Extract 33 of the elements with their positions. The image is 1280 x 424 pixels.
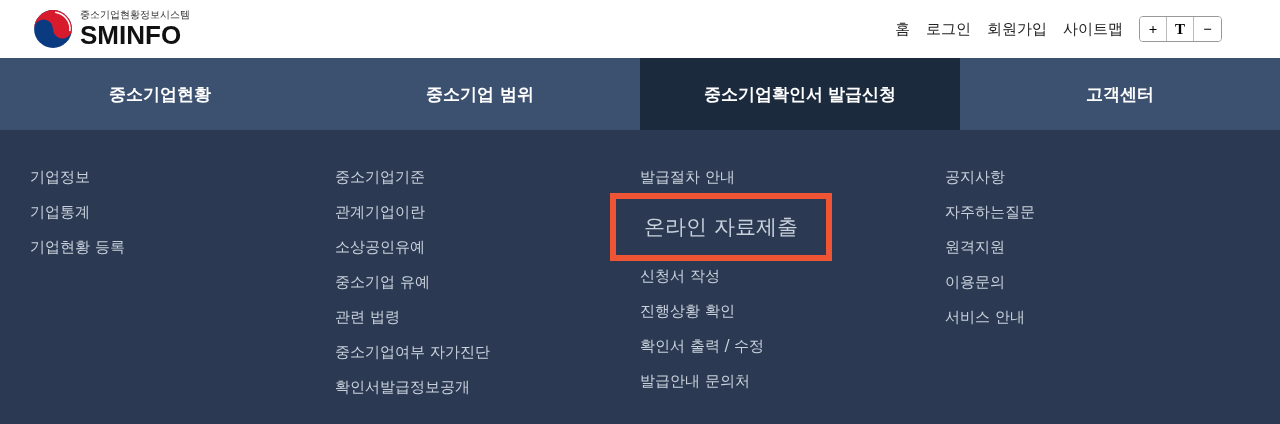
- menu-item[interactable]: 원격지원: [945, 230, 1005, 265]
- menu-item[interactable]: 관계기업이란: [335, 195, 425, 230]
- menu-item[interactable]: 중소기업 유예: [335, 265, 430, 300]
- menu-item[interactable]: 서비스 안내: [945, 300, 1025, 335]
- top-link[interactable]: 회원가입: [987, 19, 1047, 39]
- top-link[interactable]: 로그인: [926, 19, 971, 39]
- top-link[interactable]: 사이트맵: [1063, 19, 1123, 39]
- menu-item[interactable]: 진행상황 확인: [640, 294, 735, 329]
- menu-item[interactable]: 공지사항: [945, 160, 1005, 195]
- menu-item[interactable]: 기업정보: [30, 160, 90, 195]
- menu-item[interactable]: 확인서발급정보공개: [335, 370, 470, 405]
- nav-tab[interactable]: 중소기업 범위: [320, 58, 640, 130]
- menu-item[interactable]: 신청서 작성: [640, 259, 720, 294]
- menu-item[interactable]: 기업통계: [30, 195, 90, 230]
- menu-item[interactable]: 확인서 출력 / 수정: [640, 329, 765, 364]
- font-size-button[interactable]: +: [1140, 17, 1167, 41]
- menu-item[interactable]: 자주하는질문: [945, 195, 1035, 230]
- logo-text: SMINFO: [80, 22, 183, 48]
- top-link[interactable]: 홈: [895, 19, 910, 39]
- nav-tab[interactable]: 중소기업현황: [0, 58, 320, 130]
- menu-item[interactable]: 발급절차 안내: [640, 160, 735, 195]
- highlighted-menu-item[interactable]: 온라인 자료제출: [610, 193, 832, 261]
- menu-item[interactable]: 기업현황 등록: [30, 230, 125, 265]
- nav-tab[interactable]: 중소기업확인서 발급신청: [640, 58, 960, 130]
- menu-item[interactable]: 중소기업기준: [335, 160, 425, 195]
- logo-subtitle: 중소기업현황정보시스템: [80, 10, 190, 20]
- emblem-icon: [32, 8, 74, 50]
- menu-item[interactable]: 소상공인유예: [335, 230, 425, 265]
- nav-tab[interactable]: 고객센터: [960, 58, 1280, 130]
- menu-item[interactable]: 발급안내 문의처: [640, 364, 750, 399]
- menu-item[interactable]: 관련 법령: [335, 300, 400, 335]
- menu-item[interactable]: 중소기업여부 자가진단: [335, 335, 490, 370]
- menu-item[interactable]: 이용문의: [945, 265, 1005, 300]
